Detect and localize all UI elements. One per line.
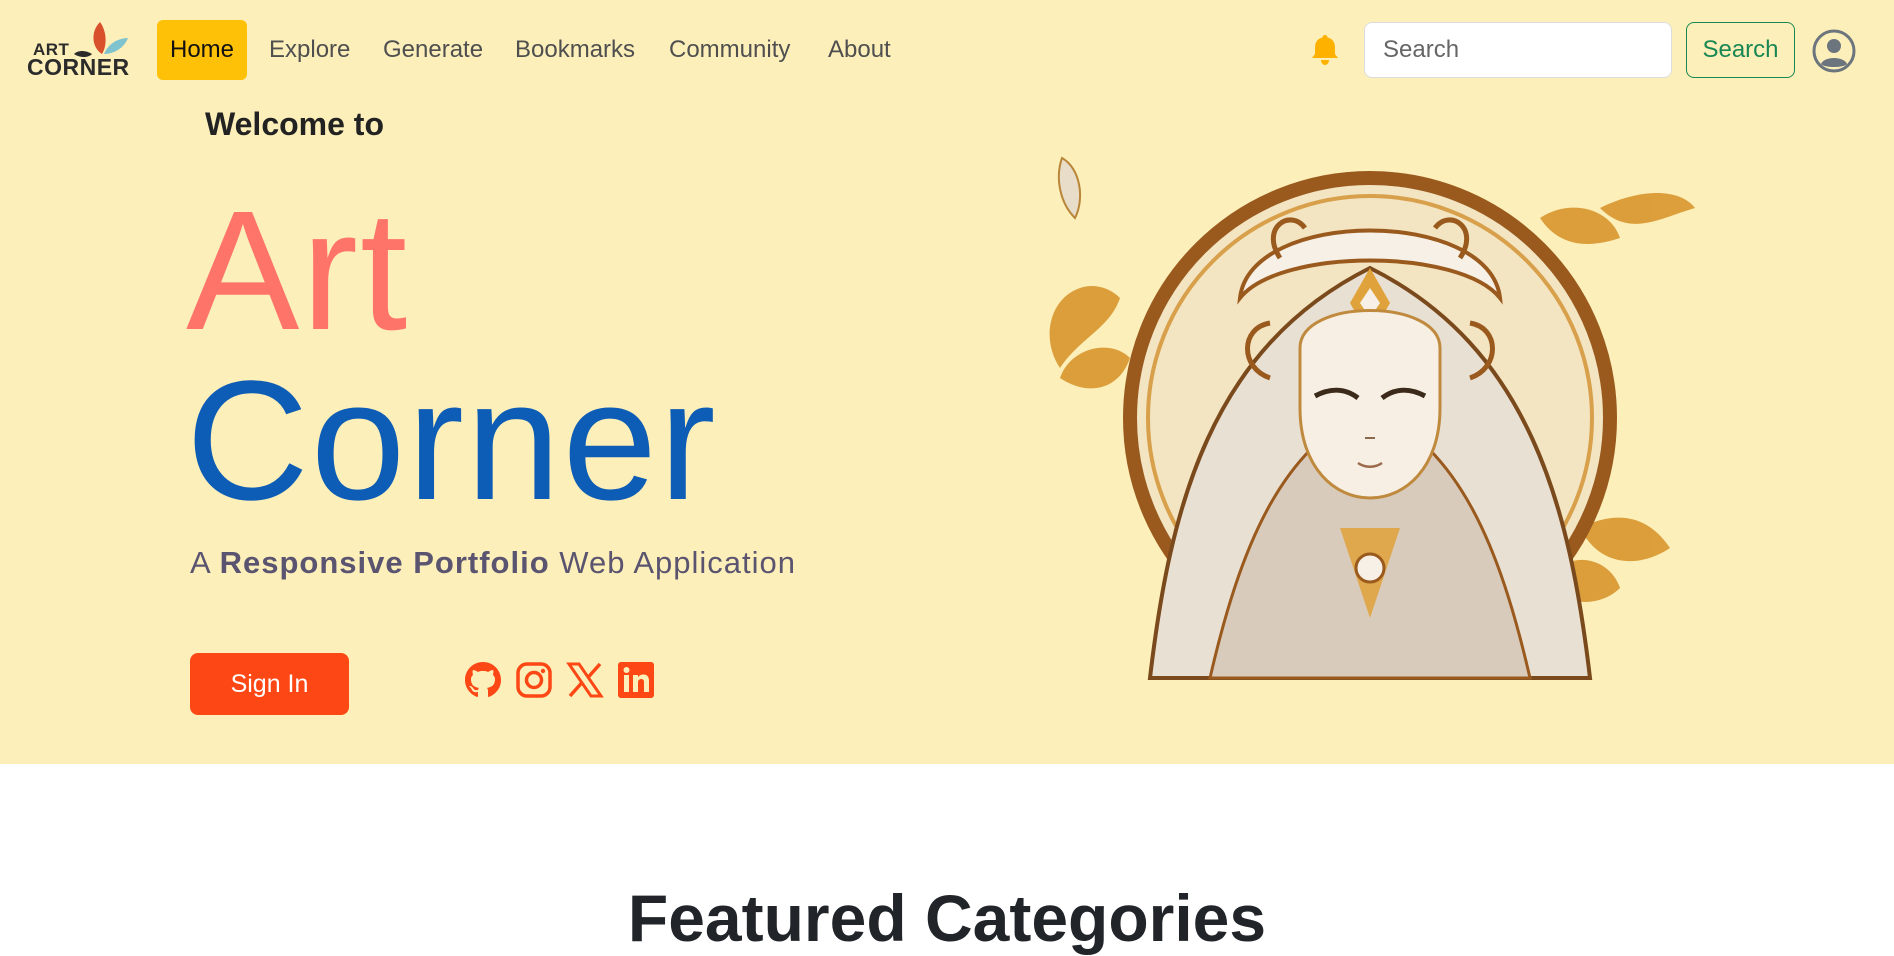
welcome-text: Welcome to bbox=[205, 106, 384, 142]
hero-title-art: Art bbox=[186, 176, 410, 366]
linkedin-icon[interactable] bbox=[616, 660, 656, 700]
nav-home[interactable]: Home bbox=[157, 20, 248, 80]
subtitle-emphasis: Responsive Portfolio bbox=[219, 545, 550, 580]
x-icon[interactable] bbox=[565, 660, 605, 700]
featured-categories-heading: Featured Categories bbox=[627, 881, 1267, 955]
nav-bookmarks[interactable]: Bookmarks bbox=[502, 20, 648, 80]
nav-community[interactable]: Community bbox=[656, 20, 803, 80]
github-icon[interactable] bbox=[463, 660, 503, 700]
brand-logo[interactable]: ART CORNER bbox=[26, 20, 129, 80]
hero-subtitle: A Responsive Portfolio Web Application bbox=[190, 545, 796, 581]
search-input[interactable] bbox=[1364, 22, 1672, 78]
hero-illustration bbox=[1049, 156, 1695, 680]
logo-text-bottom: CORNER bbox=[27, 54, 130, 80]
hero-title-corner: Corner bbox=[186, 346, 718, 536]
bell-icon[interactable] bbox=[1309, 33, 1341, 67]
subtitle-suffix: Web Application bbox=[559, 545, 797, 580]
search-button[interactable]: Search bbox=[1686, 22, 1795, 78]
nav-about[interactable]: About bbox=[815, 20, 904, 80]
nav-generate[interactable]: Generate bbox=[370, 20, 496, 80]
instagram-icon[interactable] bbox=[514, 660, 554, 700]
nav-explore[interactable]: Explore bbox=[256, 20, 363, 80]
sign-in-button[interactable]: Sign In bbox=[190, 653, 349, 715]
navbar: ART CORNER Home Explore Generate Bookmar… bbox=[0, 0, 1894, 102]
user-circle-icon[interactable] bbox=[1812, 29, 1856, 73]
subtitle-prefix: A bbox=[190, 545, 210, 580]
